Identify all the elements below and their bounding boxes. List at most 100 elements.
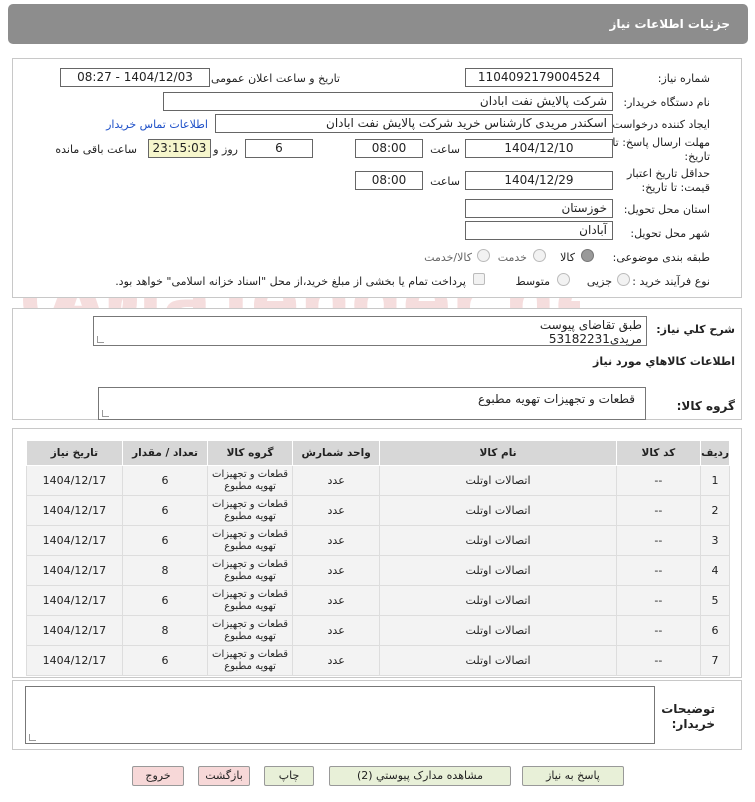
deadline-time-label: ساعت xyxy=(430,143,460,156)
validity-time-label: ساعت xyxy=(430,175,460,188)
cell-code: -- xyxy=(615,465,702,496)
table-row: 4 -- اتصالات اوتلت عدد قطعات و تجهیزات تهویه… xyxy=(26,555,730,586)
reply-button[interactable]: پاسخ به نیاز xyxy=(522,766,624,786)
view-attachments-button[interactable]: مشاهده مدارک پیوستي (2) xyxy=(329,766,511,786)
remaining-time-field: 23:15:03 xyxy=(148,139,211,158)
cell-unit: عدد xyxy=(291,495,381,526)
announce-date-field: 1404/12/03 - 08:27 xyxy=(60,68,210,87)
col-header-group: گروه کالا xyxy=(207,440,293,466)
cell-group: قطعات و تجهیزات تهویه مطبوع xyxy=(207,465,293,496)
goods-section-title: اطلاعات کالاهاي مورد نياز xyxy=(593,355,735,368)
treasury-checkbox[interactable] xyxy=(473,273,485,285)
announce-label: تاریخ و ساعت اعلان عمومی: xyxy=(207,72,340,85)
resize-handle-icon[interactable] xyxy=(102,410,109,417)
city-label: شهر محل تحویل: xyxy=(630,227,710,240)
col-header-unit: واحد شمارش xyxy=(291,440,381,466)
cell-group: قطعات و تجهیزات تهویه مطبوع xyxy=(207,645,293,676)
resize-handle-icon[interactable] xyxy=(97,336,104,343)
remaining-time-label: ساعت باقی مانده xyxy=(55,143,137,156)
validity-date-field: 1404/12/29 xyxy=(465,171,613,190)
cell-row-number: 6 xyxy=(700,615,730,646)
goods-group-value: قطعات و تجهیزات تهویه مطبوع xyxy=(478,392,635,406)
process-radio-medium[interactable] xyxy=(557,273,570,286)
category-option-goods: کالا xyxy=(560,251,575,264)
cell-name: اتصالات اوتلت xyxy=(379,555,617,586)
cell-row-number: 4 xyxy=(700,555,730,586)
table-row: 5 -- اتصالات اوتلت عدد قطعات و تجهیزات تهویه… xyxy=(26,585,730,616)
cell-group: قطعات و تجهیزات تهویه مطبوع xyxy=(207,585,293,616)
table-row: 6 -- اتصالات اوتلت عدد قطعات و تجهیزات تهویه… xyxy=(26,615,730,646)
cell-name: اتصالات اوتلت xyxy=(379,465,617,496)
category-radio-both[interactable] xyxy=(477,249,490,262)
exit-button[interactable]: خروج xyxy=(132,766,184,786)
validity-time-field: 08:00 xyxy=(355,171,423,190)
cell-unit: عدد xyxy=(291,585,381,616)
category-option-service: خدمت xyxy=(497,251,527,264)
table-row: 7 -- اتصالات اوتلت عدد قطعات و تجهیزات تهویه… xyxy=(26,645,730,676)
items-table: ردیف کد کالا نام کالا واحد شمارش گروه کا… xyxy=(26,440,730,676)
cell-unit: عدد xyxy=(291,645,381,676)
cell-quantity: 8 xyxy=(121,555,209,586)
treasury-payment-note: پرداخت تمام یا بخشی از مبلغ خرید،از محل … xyxy=(115,275,466,288)
cell-quantity: 8 xyxy=(121,615,209,646)
cell-quantity: 6 xyxy=(121,645,209,676)
cell-row-number: 2 xyxy=(700,495,730,526)
category-radio-goods[interactable] xyxy=(581,249,594,262)
col-header-date: تاریخ نیاز xyxy=(26,440,123,466)
cell-name: اتصالات اوتلت xyxy=(379,525,617,556)
buyer-notes-textarea[interactable] xyxy=(25,686,655,744)
col-header-name: نام کالا xyxy=(379,440,617,466)
resize-handle-icon[interactable] xyxy=(29,734,36,741)
cell-code: -- xyxy=(615,585,702,616)
cell-row-number: 1 xyxy=(700,465,730,496)
table-row: 1 -- اتصالات اوتلت عدد قطعات و تجهیزات تهویه… xyxy=(26,465,730,496)
goods-group-field: قطعات و تجهیزات تهویه مطبوع xyxy=(98,387,646,420)
cell-group: قطعات و تجهیزات تهویه مطبوع xyxy=(207,525,293,556)
cell-date: 1404/12/17 xyxy=(26,615,123,646)
province-label: استان محل تحویل: xyxy=(623,203,710,216)
buyer-notes-label: توضیحات xyxy=(661,702,715,716)
description-line-1: طبق تقاضای پیوست xyxy=(539,318,642,332)
process-option-minor: جزیی xyxy=(586,275,612,288)
cell-code: -- xyxy=(615,525,702,556)
table-row: 2 -- اتصالات اوتلت عدد قطعات و تجهیزات تهویه… xyxy=(26,495,730,526)
process-option-medium: متوسط xyxy=(515,275,550,288)
cell-unit: عدد xyxy=(291,615,381,646)
cell-name: اتصالات اوتلت xyxy=(379,645,617,676)
cell-name: اتصالات اوتلت xyxy=(379,615,617,646)
back-button[interactable]: بازگشت xyxy=(198,766,250,786)
cell-quantity: 6 xyxy=(121,525,209,556)
deadline-time-field: 08:00 xyxy=(355,139,423,158)
buyer-org-field: شرکت پالایش نفت ابادان xyxy=(163,92,613,111)
description-textarea[interactable]: طبق تقاضای پیوست مریدی53182231 xyxy=(93,316,647,346)
description-line-2: مریدی53182231 xyxy=(548,332,642,346)
deadline-label: مهلت ارسال پاسخ: تا xyxy=(612,136,710,149)
cell-code: -- xyxy=(615,495,702,526)
description-label: شرح کلي نياز: xyxy=(656,323,735,336)
cell-group: قطعات و تجهیزات تهویه مطبوع xyxy=(207,615,293,646)
cell-group: قطعات و تجهیزات تهویه مطبوع xyxy=(207,495,293,526)
validity-label: حداقل تاریخ اعتبار xyxy=(626,167,710,180)
cell-row-number: 5 xyxy=(700,585,730,616)
category-radio-service[interactable] xyxy=(533,249,546,262)
cell-quantity: 6 xyxy=(121,495,209,526)
days-label: روز و xyxy=(213,143,238,156)
cell-date: 1404/12/17 xyxy=(26,585,123,616)
validity-label-date: قیمت: تا تاریخ: xyxy=(641,181,710,194)
cell-date: 1404/12/17 xyxy=(26,495,123,526)
cell-date: 1404/12/17 xyxy=(26,465,123,496)
goods-group-label: گروه کالا: xyxy=(676,399,735,413)
cell-group: قطعات و تجهیزات تهویه مطبوع xyxy=(207,555,293,586)
cell-row-number: 3 xyxy=(700,525,730,556)
creator-label: ایجاد کننده درخواست: xyxy=(608,118,710,131)
creator-field: اسکندر مریدی کارشناس خرید شرکت پالایش نف… xyxy=(215,114,613,133)
print-button[interactable]: چاپ xyxy=(264,766,314,786)
table-row: 3 -- اتصالات اوتلت عدد قطعات و تجهیزات تهویه… xyxy=(26,525,730,556)
page-title: جزئیات اطلاعات نیاز xyxy=(8,4,748,44)
city-field: آبادان xyxy=(465,221,613,240)
cell-date: 1404/12/17 xyxy=(26,645,123,676)
cell-quantity: 6 xyxy=(121,585,209,616)
buyer-contact-link[interactable]: اطلاعات تماس خریدار xyxy=(106,118,208,131)
process-radio-minor[interactable] xyxy=(617,273,630,286)
cell-quantity: 6 xyxy=(121,465,209,496)
